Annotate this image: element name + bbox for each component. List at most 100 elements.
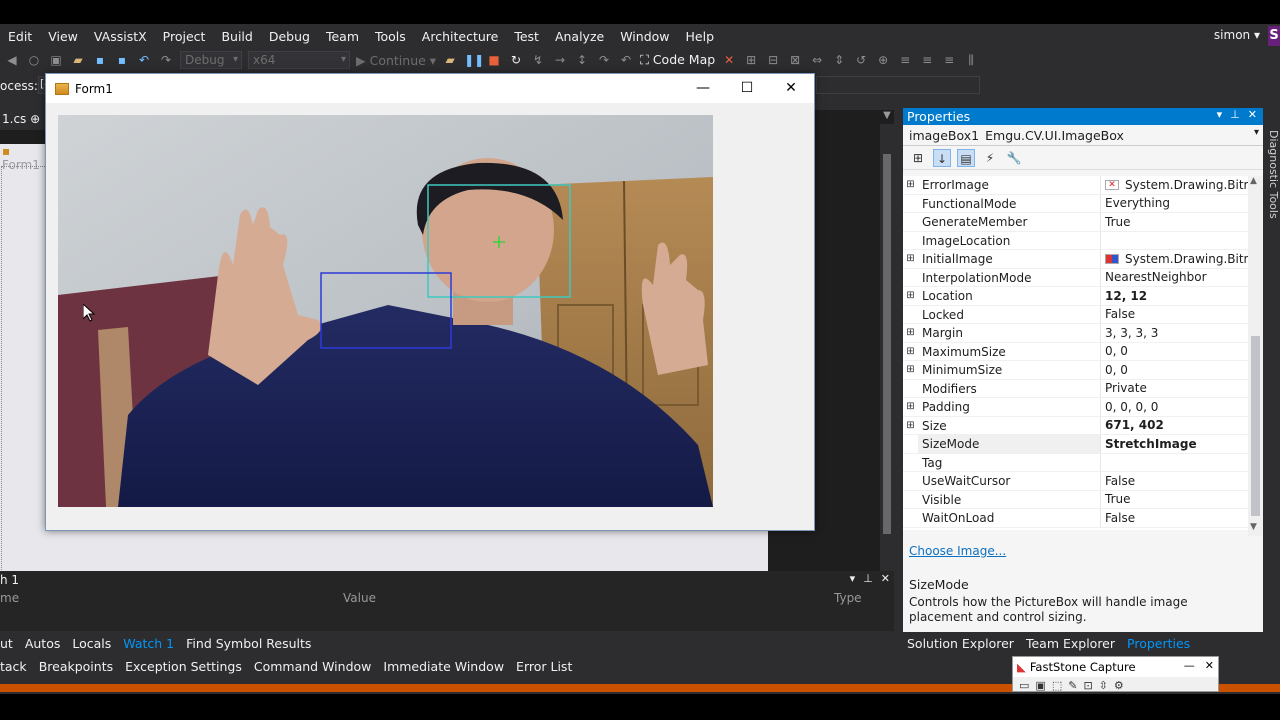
property-row[interactable]: ⊞ MinimumSize 0, 0: [903, 361, 1248, 380]
tab-immediate-window[interactable]: Immediate Window: [383, 659, 504, 674]
save-icon[interactable]: ▪: [92, 52, 108, 68]
layout-icon-1[interactable]: ⊞: [743, 52, 759, 68]
property-row[interactable]: UseWaitCursor False: [903, 472, 1248, 491]
expand-icon[interactable]: ⊞: [903, 327, 918, 338]
property-row[interactable]: InterpolationMode NearestNeighbor: [903, 268, 1248, 287]
properties-pin-icon[interactable]: ⊥: [1230, 108, 1240, 121]
property-row[interactable]: WaitOnLoad False: [903, 509, 1248, 528]
capture-window-icon[interactable]: ▭: [1019, 679, 1029, 692]
tab-team-explorer[interactable]: Team Explorer: [1026, 636, 1115, 651]
minimize-icon[interactable]: —: [681, 74, 725, 103]
property-value[interactable]: ✕ System.Drawing.Bitm: [1101, 178, 1248, 192]
editor-scrollbar[interactable]: [880, 124, 894, 584]
tab-cs-file[interactable]: 1.cs ⊕: [0, 110, 45, 130]
object-selector[interactable]: imageBox1 Emgu.CV.UI.ImageBox: [903, 125, 1263, 146]
menu-window[interactable]: Window: [612, 29, 677, 44]
tab-properties[interactable]: Properties: [1127, 636, 1190, 651]
layout-icon-5[interactable]: ⇕: [831, 52, 847, 68]
property-row[interactable]: ⊞ Padding 0, 0, 0, 0: [903, 398, 1248, 417]
property-row[interactable]: GenerateMember True: [903, 213, 1248, 232]
forward-icon[interactable]: ○: [26, 52, 42, 68]
property-value[interactable]: True: [1101, 492, 1248, 506]
menu-edit[interactable]: Edit: [0, 29, 40, 44]
pause-icon[interactable]: ❚❚: [464, 52, 484, 68]
property-row[interactable]: ImageLocation: [903, 231, 1248, 250]
property-value[interactable]: False: [1101, 474, 1248, 488]
choose-image-link[interactable]: Choose Image...: [909, 544, 1006, 558]
property-row[interactable]: ⊞ Location 12, 12: [903, 287, 1248, 306]
property-value[interactable]: StretchImage: [1101, 437, 1248, 451]
config-dropdown[interactable]: Debug: [180, 51, 242, 69]
capture-scroll-icon[interactable]: ⇳: [1099, 679, 1108, 692]
breakpoint-toggle-icon[interactable]: ✕: [721, 52, 737, 68]
property-value[interactable]: 12, 12: [1101, 289, 1248, 303]
faststone-close-icon[interactable]: ✕: [1205, 659, 1214, 672]
tab-output[interactable]: ut: [0, 636, 13, 651]
menu-team[interactable]: Team: [318, 29, 367, 44]
step-back-icon[interactable]: ↶: [618, 52, 634, 68]
menu-build[interactable]: Build: [213, 29, 260, 44]
grid-scroll-up-icon[interactable]: ▲: [1250, 176, 1257, 186]
property-value[interactable]: 0, 0, 0, 0: [1101, 400, 1248, 414]
layout-icon-6[interactable]: ↺: [853, 52, 869, 68]
property-grid-thumb[interactable]: [1251, 336, 1260, 516]
expand-icon[interactable]: ⊞: [903, 420, 918, 431]
new-project-icon[interactable]: ▣: [48, 52, 64, 68]
redo-icon[interactable]: ↷: [158, 52, 174, 68]
property-row[interactable]: ⊞ Margin 3, 3, 3, 3: [903, 324, 1248, 343]
tab-breakpoints[interactable]: Breakpoints: [39, 659, 113, 674]
menu-debug[interactable]: Debug: [261, 29, 318, 44]
expand-icon[interactable]: ⊞: [903, 364, 918, 375]
property-grid-scrollbar[interactable]: ▲ ▼: [1248, 176, 1263, 536]
editor-scrollbar-thumb[interactable]: [883, 154, 891, 534]
watch-pin-icon[interactable]: ⊥: [863, 572, 873, 585]
capture-settings-icon[interactable]: ⚙: [1114, 679, 1124, 692]
tab-autos[interactable]: Autos: [25, 636, 61, 651]
layout-icon-4[interactable]: ⇔: [809, 52, 825, 68]
property-value[interactable]: 671, 402: [1101, 418, 1248, 432]
menu-architecture[interactable]: Architecture: [414, 29, 507, 44]
tab-command-window[interactable]: Command Window: [254, 659, 372, 674]
vs-badge[interactable]: S: [1268, 26, 1280, 46]
property-value[interactable]: 0, 0: [1101, 363, 1248, 377]
capture-rect-icon[interactable]: ⬚: [1052, 679, 1062, 692]
property-value[interactable]: NearestNeighbor: [1101, 270, 1248, 284]
properties-view-icon[interactable]: ▤: [957, 148, 975, 167]
property-pages-icon[interactable]: 🔧: [1005, 149, 1023, 167]
undo-icon[interactable]: ↶: [136, 52, 152, 68]
open-folder-icon[interactable]: ▰: [70, 52, 86, 68]
menu-view[interactable]: View: [40, 29, 86, 44]
property-value[interactable]: 3, 3, 3, 3: [1101, 326, 1248, 340]
tab-call-stack[interactable]: tack: [0, 659, 27, 674]
property-value[interactable]: False: [1101, 511, 1248, 525]
faststone-title-bar[interactable]: ◣ FastStone Capture — ✕: [1013, 657, 1218, 677]
layout-icon-3[interactable]: ⊠: [787, 52, 803, 68]
property-value[interactable]: Everything: [1101, 196, 1248, 210]
property-row[interactable]: ⊞ InitialImage System.Drawing.Bitm: [903, 250, 1248, 269]
expand-icon[interactable]: ⊞: [903, 401, 918, 412]
watch-col-name[interactable]: me: [0, 591, 19, 605]
align-top-icon[interactable]: ⫼: [963, 52, 979, 68]
property-row[interactable]: ⊞ Size 671, 402: [903, 416, 1248, 435]
restart-icon[interactable]: ↻: [508, 52, 524, 68]
layout-icon-2[interactable]: ⊟: [765, 52, 781, 68]
property-row[interactable]: Modifiers Private: [903, 379, 1248, 398]
property-row[interactable]: Visible True: [903, 490, 1248, 509]
expand-icon[interactable]: ⊞: [903, 179, 918, 190]
tab-solution-explorer[interactable]: Solution Explorer: [907, 636, 1014, 651]
menu-analyze[interactable]: Analyze: [547, 29, 612, 44]
property-row[interactable]: ⊞ MaximumSize 0, 0: [903, 342, 1248, 361]
platform-dropdown[interactable]: x64: [248, 51, 350, 69]
expand-icon[interactable]: ⊞: [903, 253, 918, 264]
editor-scroll-up-icon[interactable]: ▼: [880, 110, 894, 124]
property-value[interactable]: False: [1101, 307, 1248, 321]
back-icon[interactable]: ◀: [4, 52, 20, 68]
menu-test[interactable]: Test: [506, 29, 547, 44]
show-next-icon[interactable]: ↯: [530, 52, 546, 68]
form1-title-bar[interactable]: Form1 — ☐ ✕: [46, 74, 814, 103]
property-value[interactable]: Private: [1101, 381, 1248, 395]
menu-vassistx[interactable]: VAssistX: [86, 29, 155, 44]
stack-frame-dropdown[interactable]: [816, 76, 980, 94]
property-value[interactable]: True: [1101, 215, 1248, 229]
tab-find-symbol-results[interactable]: Find Symbol Results: [186, 636, 311, 651]
